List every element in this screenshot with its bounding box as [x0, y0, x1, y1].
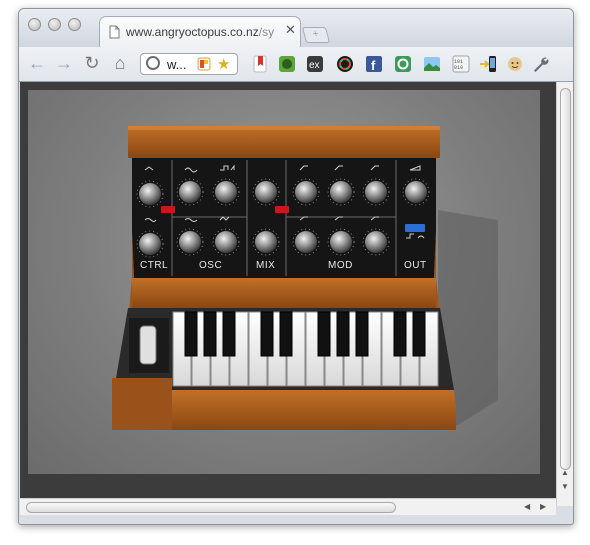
wheel-block [112, 378, 172, 430]
scroll-down-arrow[interactable]: ▼ [561, 482, 569, 492]
zoom-window-button[interactable] [68, 18, 81, 31]
horizontal-scrollbar[interactable]: ◀ ▶ [20, 498, 556, 515]
label-ctrl: CTRL [140, 260, 168, 271]
address-text: w... [167, 57, 187, 72]
black-key[interactable] [222, 311, 236, 357]
horizontal-scroll-thumb[interactable] [26, 502, 396, 513]
osc-red-switch[interactable] [161, 206, 175, 213]
browser-toolbar: ← → ↻ ⌂ w... ★ ex f 101 010 [19, 47, 573, 82]
synthesizer-render: CTRL OSC MIX MOD OUT [112, 126, 498, 430]
reload-button[interactable]: ↻ [83, 54, 101, 72]
black-key[interactable] [260, 311, 274, 357]
bookmark-badge-icon [197, 57, 211, 71]
evernote-icon[interactable] [278, 55, 296, 73]
new-tab-button[interactable]: + [301, 27, 331, 43]
browser-tab[interactable]: www.angryoctopus.co.nz/sy ✕ [99, 16, 301, 48]
svg-text:ex: ex [309, 60, 320, 71]
pitch-wheel[interactable] [139, 325, 157, 365]
refresh-green-icon[interactable] [394, 55, 412, 73]
top-wood-bar [128, 126, 440, 158]
back-button[interactable]: ← [28, 54, 46, 72]
address-bar[interactable]: w... ★ [140, 53, 238, 75]
face-icon[interactable] [506, 55, 524, 73]
title-bar: www.angryoctopus.co.nz/sy ✕ + [19, 9, 573, 48]
label-out: OUT [404, 260, 427, 271]
black-key[interactable] [336, 311, 350, 357]
star-icon[interactable]: ★ [217, 55, 230, 73]
control-panel [132, 158, 436, 278]
phone-sync-icon[interactable] [479, 55, 497, 73]
panel-base-strip [132, 278, 436, 308]
close-window-button[interactable] [28, 18, 41, 31]
page-viewport: CTRL OSC MIX MOD OUT [20, 82, 556, 506]
facebook-icon[interactable]: f [365, 55, 383, 73]
black-key[interactable] [184, 311, 198, 357]
browser-window: www.angryoctopus.co.nz/sy ✕ + ← → ↻ ⌂ w.… [18, 8, 574, 525]
synth-canvas[interactable]: CTRL OSC MIX MOD OUT [28, 90, 540, 474]
binary-icon[interactable]: 101 010 [452, 55, 470, 73]
svg-text:010: 010 [454, 65, 463, 71]
tab-close-button[interactable]: ✕ [285, 23, 296, 37]
black-key[interactable] [412, 311, 426, 357]
globe-icon [146, 56, 160, 70]
black-key[interactable] [355, 311, 369, 357]
top-wood-edge [128, 126, 440, 130]
svg-text:f: f [371, 58, 376, 73]
color-wheel-icon[interactable] [336, 55, 354, 73]
tab-title: www.angryoctopus.co.nz/sy [126, 25, 275, 39]
scroll-left-arrow[interactable]: ◀ [524, 502, 530, 512]
vertical-scrollbar[interactable]: ▲ ▼ [556, 82, 573, 506]
black-key[interactable] [317, 311, 331, 357]
scroll-up-arrow[interactable]: ▲ [561, 468, 569, 478]
black-key[interactable] [203, 311, 217, 357]
mix-red-switch[interactable] [275, 206, 289, 213]
label-mix: MIX [256, 260, 275, 271]
black-key[interactable] [279, 311, 293, 357]
landscape-icon[interactable] [423, 55, 441, 73]
ex-icon[interactable]: ex [306, 55, 324, 73]
home-button[interactable]: ⌂ [111, 54, 129, 72]
bookmark-icon[interactable] [251, 55, 269, 73]
wrench-icon[interactable] [532, 55, 550, 73]
minimize-window-button[interactable] [48, 18, 61, 31]
black-key[interactable] [393, 311, 407, 357]
label-osc: OSC [199, 260, 222, 271]
label-mod: MOD [328, 260, 353, 271]
scroll-right-arrow[interactable]: ▶ [540, 502, 546, 512]
page-icon [109, 25, 120, 39]
out-blue-switch[interactable] [405, 224, 425, 232]
vertical-scroll-thumb[interactable] [560, 88, 571, 470]
forward-button[interactable]: → [55, 54, 73, 72]
